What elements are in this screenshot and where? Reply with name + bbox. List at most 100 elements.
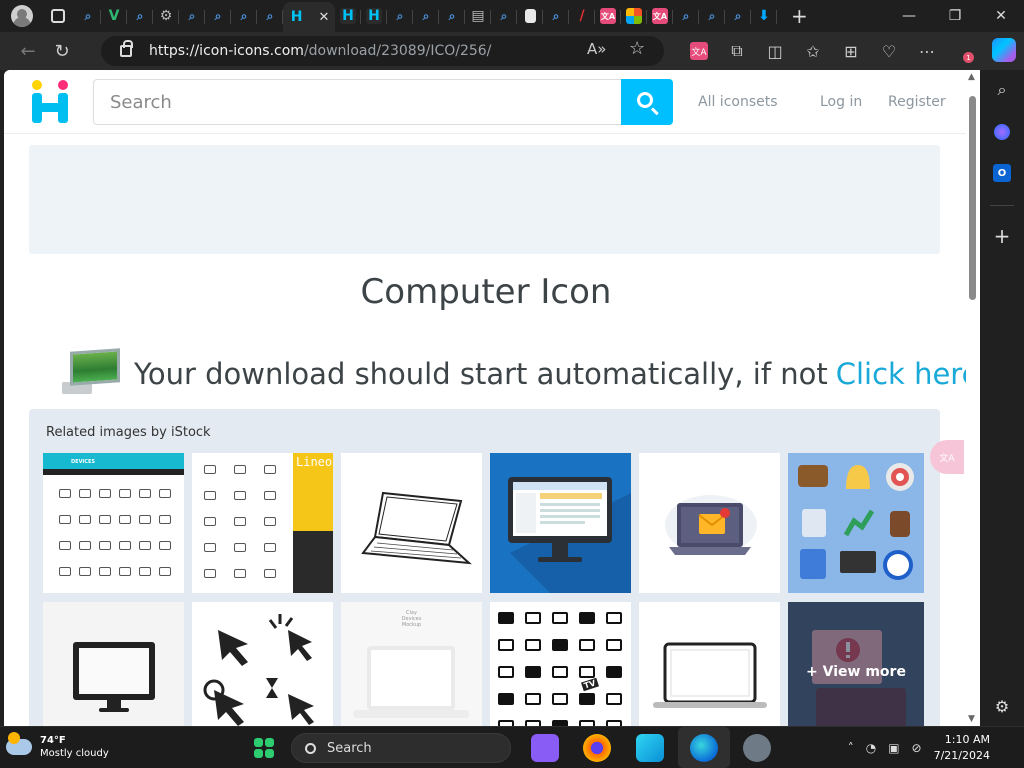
edge-icon[interactable] (690, 734, 718, 762)
thumb-view-more[interactable]: + View more (788, 602, 924, 726)
device-glyph-icon (606, 693, 622, 705)
tray-display-icon[interactable]: ▣ (888, 741, 899, 755)
split-screen-icon[interactable]: ◫ (756, 36, 794, 66)
browser-tab[interactable]: ⌕ (75, 2, 101, 30)
browser-tab[interactable]: H (361, 2, 387, 30)
browser-tab[interactable]: ⌕ (543, 2, 569, 30)
lock-icon[interactable] (120, 40, 133, 57)
browser-tab[interactable]: V (101, 2, 127, 30)
browser-tab[interactable]: ⌕ (179, 2, 205, 30)
sidebar-add-icon[interactable]: + (990, 224, 1014, 248)
tray-app-icon[interactable]: ◔ (866, 741, 876, 755)
browser-tab[interactable]: ⌕ (205, 2, 231, 30)
profile-avatar[interactable] (11, 5, 33, 27)
browser-tab[interactable]: ⌕ (127, 2, 153, 30)
login-link[interactable]: Log in (820, 94, 862, 110)
weather-temp: 74°F (40, 735, 66, 746)
tray-chevron-icon[interactable]: ˄ (848, 741, 854, 755)
browser-tab[interactable]: ⌕ (673, 2, 699, 30)
browser-tab[interactable]: 文A (647, 2, 673, 30)
thumb-lineo-icons[interactable]: Lineo (192, 453, 333, 593)
clock[interactable]: 1:10 AM 7/21/2024 (934, 732, 990, 764)
floating-translate-icon[interactable]: 文A (930, 440, 964, 474)
favorites-icon[interactable]: ✩ (794, 36, 832, 66)
sidebar-search-icon[interactable]: ⌕ (990, 78, 1014, 102)
notification-badge: 1 (963, 52, 974, 63)
thumb-cursor-icons[interactable] (192, 602, 333, 726)
browser-tab[interactable]: ⌕ (231, 2, 257, 30)
browser-tab[interactable]: ⌕ (699, 2, 725, 30)
thumb-laptop-outline[interactable] (639, 602, 780, 726)
sidebar-settings-icon[interactable]: ⚙ (990, 694, 1014, 718)
new-tab-button[interactable]: + (791, 4, 808, 28)
thumb-monitor-black[interactable] (43, 602, 184, 726)
taskbar-search[interactable]: Search (291, 733, 511, 763)
address-bar[interactable]: https://icon-icons.com/download/23089/IC… (101, 36, 664, 66)
tab-actions-icon[interactable] (51, 9, 65, 23)
browser-tab[interactable]: H (335, 2, 361, 30)
sidebar-outlook-icon[interactable]: O (993, 164, 1011, 182)
browser-tab[interactable]: H ✕ (283, 2, 335, 32)
translate-extension-icon[interactable]: 文A (690, 42, 708, 60)
collections-icon[interactable]: ⊞ (832, 36, 870, 66)
thumb-devices-icons[interactable]: DEVICES (43, 453, 184, 593)
close-window-button[interactable]: ✕ (978, 0, 1024, 32)
all-iconsets-link[interactable]: All iconsets (698, 94, 778, 110)
settings-app-icon[interactable] (743, 734, 771, 762)
url-text[interactable]: https://icon-icons.com/download/23089/IC… (149, 43, 491, 59)
sidebar-copilot-icon[interactable] (994, 124, 1010, 140)
browser-tab[interactable] (621, 2, 647, 30)
start-button[interactable] (250, 734, 278, 762)
files-app-icon[interactable] (636, 734, 664, 762)
thumb-laptop-sketch[interactable] (341, 453, 482, 593)
thumb-laptop-email[interactable] (639, 453, 780, 593)
browser-tab[interactable]: ⌕ (439, 2, 465, 30)
browser-tab[interactable]: ⚙ (153, 2, 179, 30)
read-aloud-icon[interactable]: A» (587, 40, 606, 58)
copilot-icon[interactable] (992, 38, 1016, 62)
browser-tab[interactable]: ⬇ (751, 2, 777, 30)
window-controls: — ❐ ✕ (886, 0, 1024, 32)
site-logo[interactable] (32, 80, 72, 124)
browser-tab[interactable]: ▤ (465, 2, 491, 30)
file-explorer-icon[interactable] (531, 734, 559, 762)
minimize-button[interactable]: — (886, 0, 932, 32)
more-menu-icon[interactable]: ⋯ (908, 36, 946, 66)
firefox-icon[interactable] (583, 734, 611, 762)
tab-close-icon[interactable]: ✕ (319, 10, 330, 25)
weather-widget[interactable]: 74°F Mostly cloudy (6, 732, 109, 760)
browser-tab[interactable]: ⌕ (257, 2, 283, 30)
device-glyph-icon (552, 612, 568, 624)
browser-tab[interactable]: ⌕ (725, 2, 751, 30)
browser-tab[interactable]: ⌕ (491, 2, 517, 30)
taskbar: 74°F Mostly cloudy Search ˄ ◔ ▣ ⊘ 1:10 AM… (0, 726, 1024, 768)
line-icon (234, 543, 246, 552)
browser-tab[interactable]: 文A (595, 2, 621, 30)
refresh-button[interactable]: ↻ (45, 34, 79, 68)
favorite-star-icon[interactable]: ☆ (629, 38, 645, 59)
thumb-3d-icons[interactable] (788, 453, 924, 593)
thumb-device-glyphs[interactable]: TV (490, 602, 631, 726)
browser-tab[interactable] (517, 2, 543, 30)
tray-network-icon[interactable]: ⊘ (912, 741, 922, 755)
device-outline-icon (139, 567, 151, 576)
scroll-down-arrow[interactable]: ▼ (968, 714, 975, 724)
search-button[interactable] (621, 79, 673, 125)
extensions-icon[interactable]: ⧉ (718, 36, 756, 66)
browser-tab[interactable]: / (569, 2, 595, 30)
maximize-button[interactable]: ❐ (932, 0, 978, 32)
thumb-clay-mockup[interactable]: Clay Devices Mockup (341, 602, 482, 726)
back-button[interactable]: ← (11, 34, 45, 68)
browser-tab[interactable]: ⌕ (413, 2, 439, 30)
register-link[interactable]: Register (888, 94, 946, 110)
browser-tab[interactable]: ⌕ (387, 2, 413, 30)
search-input[interactable] (94, 80, 621, 124)
view-more-link[interactable]: + View more (788, 602, 924, 726)
thumb-monitor-blue[interactable] (490, 453, 631, 593)
related-heading: Related images by iStock (46, 425, 211, 440)
page-scrollbar[interactable]: ▲ ▼ (966, 70, 980, 726)
browser-essentials-icon[interactable]: ♡ (870, 36, 908, 66)
click-here-link[interactable]: Click here (836, 357, 968, 391)
scrollbar-thumb[interactable] (969, 96, 976, 300)
scroll-up-arrow[interactable]: ▲ (968, 72, 975, 82)
